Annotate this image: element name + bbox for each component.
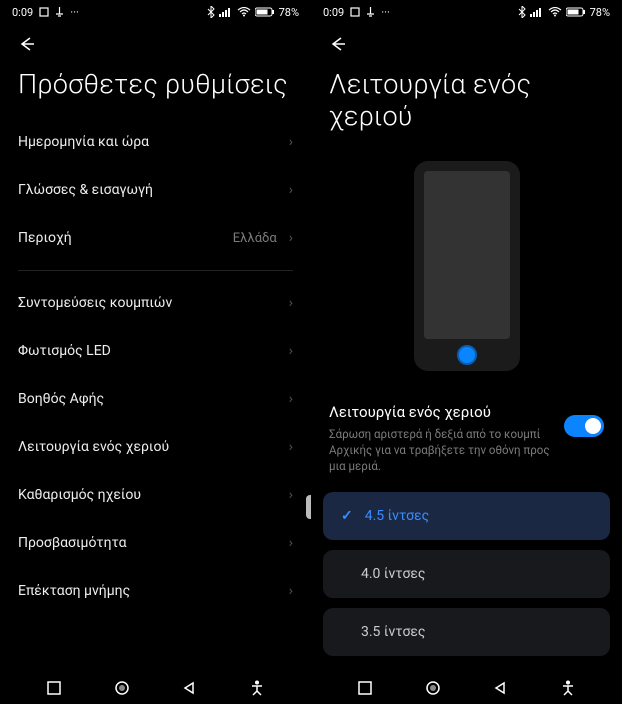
one-hand-toggle[interactable]	[564, 415, 604, 437]
battery-percent: 78%	[279, 6, 299, 19]
nav-home[interactable]	[422, 677, 444, 699]
battery-icon	[566, 7, 586, 17]
row-languages[interactable]: Γλώσσες & εισαγωγή ›	[0, 166, 311, 214]
row-memory-extension[interactable]: Επέκταση μνήμης ›	[0, 567, 311, 615]
chevron-right-icon: ›	[289, 535, 293, 551]
arrow-left-icon	[327, 34, 347, 54]
chevron-right-icon: ›	[289, 230, 293, 246]
option-4-0-inch[interactable]: 4.0 ίντσες	[323, 550, 610, 598]
nav-accessibility[interactable]	[246, 677, 268, 699]
chevron-right-icon: ›	[289, 295, 293, 311]
chevron-right-icon: ›	[289, 343, 293, 359]
signal-icon	[219, 7, 233, 17]
row-region[interactable]: Περιοχή Ελλάδα ›	[0, 214, 311, 262]
chevron-right-icon: ›	[289, 439, 293, 455]
page-title: Πρόσθετες ρυθμίσεις	[0, 58, 311, 118]
more-icon: ···	[381, 6, 390, 19]
row-led[interactable]: Φωτισμός LED ›	[0, 327, 311, 375]
battery-percent: 78%	[590, 6, 610, 19]
check-icon: ✓	[341, 508, 353, 524]
page-title: Λειτουργία ενός χεριού	[311, 58, 622, 151]
status-time: 0:09	[323, 6, 344, 19]
nav-recent[interactable]	[43, 677, 65, 699]
screen-one-hand-mode: 0:09 ··· 78% Λειτουργία ενός χεριού Λειτ…	[311, 0, 622, 704]
option-4-5-inch[interactable]: ✓ 4.5 ίντσες	[323, 492, 610, 540]
phone-screen-graphic	[424, 171, 510, 339]
row-one-hand[interactable]: Λειτουργία ενός χεριού ›	[0, 423, 311, 471]
chevron-right-icon: ›	[289, 182, 293, 198]
status-bar: 0:09 ··· 78%	[0, 0, 311, 24]
phone-illustration	[311, 161, 622, 371]
chevron-right-icon: ›	[289, 583, 293, 599]
row-datetime[interactable]: Ημερομηνία και ώρα ›	[0, 118, 311, 166]
sim-icon	[350, 7, 360, 17]
wifi-icon	[548, 7, 562, 17]
row-button-shortcuts[interactable]: Συντομεύσεις κουμπιών ›	[0, 279, 311, 327]
row-accessibility[interactable]: Προσβασιμότητα ›	[0, 519, 311, 567]
nav-accessibility[interactable]	[557, 677, 579, 699]
home-button-graphic	[457, 345, 477, 365]
nav-back[interactable]	[178, 677, 200, 699]
row-touch-assistant[interactable]: Βοηθός Αφής ›	[0, 375, 311, 423]
bluetooth-icon	[518, 6, 526, 18]
battery-icon	[255, 7, 275, 17]
status-time: 0:09	[12, 6, 33, 19]
toggle-title: Λειτουργία ενός χεριού	[329, 403, 552, 421]
nav-bar	[311, 672, 622, 704]
status-bar: 0:09 ··· 78%	[311, 0, 622, 24]
chevron-right-icon: ›	[289, 487, 293, 503]
nav-recent[interactable]	[354, 677, 376, 699]
toggle-description: Σάρωση αριστερά ή δεξιά από το κουμπί Αρ…	[329, 426, 552, 474]
back-button[interactable]	[325, 32, 349, 56]
one-hand-toggle-row: Λειτουργία ενός χεριού Σάρωση αριστερά ή…	[311, 395, 622, 492]
nav-home[interactable]	[111, 677, 133, 699]
settings-list: Ημερομηνία και ώρα › Γλώσσες & εισαγωγή …	[0, 118, 311, 672]
nav-back[interactable]	[489, 677, 511, 699]
chevron-right-icon: ›	[289, 391, 293, 407]
bluetooth-icon	[207, 6, 215, 18]
option-3-5-inch[interactable]: 3.5 ίντσες	[323, 608, 610, 656]
more-icon: ···	[70, 6, 79, 19]
chevron-right-icon: ›	[289, 134, 293, 150]
row-speaker-clean[interactable]: Καθαρισμός ηχείου ›	[0, 471, 311, 519]
signal-icon	[530, 7, 544, 17]
wifi-icon	[237, 7, 251, 17]
back-button[interactable]	[14, 32, 38, 56]
arrow-left-icon	[16, 34, 36, 54]
screen-additional-settings: 0:09 ··· 78% Πρόσθετες ρυθμίσεις Ημερομη…	[0, 0, 311, 704]
notification-icon	[366, 7, 375, 17]
notification-icon	[55, 7, 64, 17]
nav-bar	[0, 672, 311, 704]
sim-icon	[39, 7, 49, 17]
divider	[18, 270, 293, 271]
